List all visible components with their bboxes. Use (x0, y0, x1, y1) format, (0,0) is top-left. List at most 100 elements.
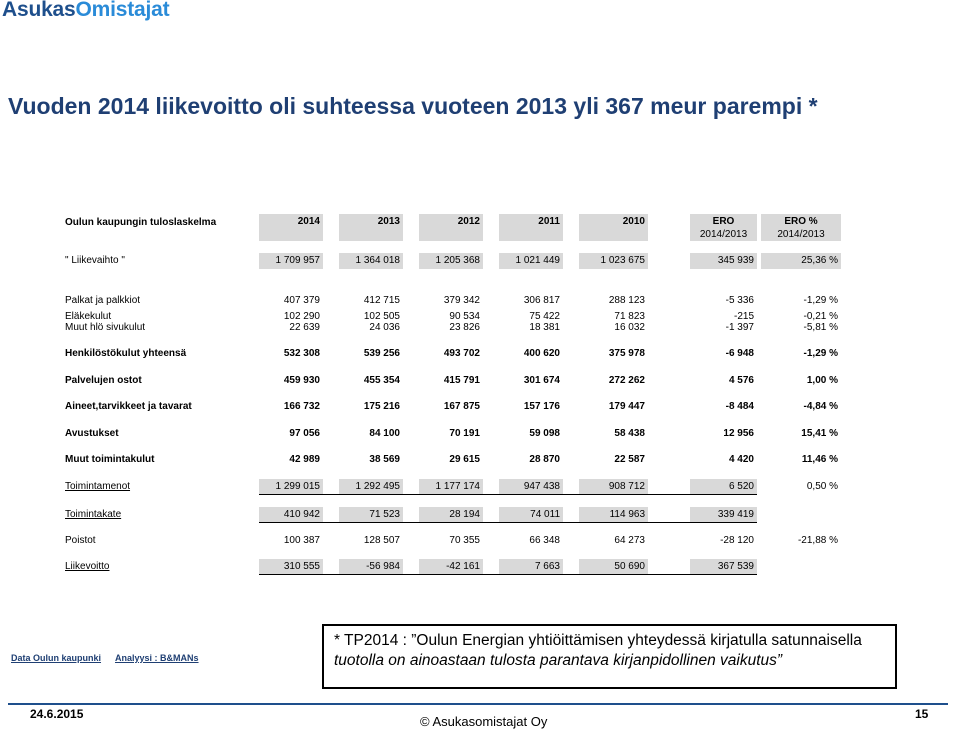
column-header-label: ERO (712, 216, 735, 227)
table-cell: 29 615 (449, 454, 480, 465)
data-source: Data Oulun kaupunki (11, 653, 102, 663)
row-label: Toimintakate (65, 509, 122, 520)
table-cell: 301 674 (523, 375, 560, 386)
column-header: 2010 (579, 214, 648, 241)
table-cell: 12 956 (723, 428, 754, 439)
income-statement-table: Oulun kaupungin tuloslaskelma 2014 2013 20… (0, 0, 960, 731)
table-cell: 70 191 (449, 428, 480, 439)
row-underline (259, 494, 757, 495)
footer-divider (8, 703, 948, 705)
table-row: Henkilöstökulut yhteensä 532 308 539 256 49… (0, 346, 960, 362)
table-cell: 310 555 (259, 559, 323, 575)
column-header-label: 2011 (538, 216, 560, 227)
table-cell: -28 120 (720, 535, 754, 546)
table-cell: 66 348 (529, 535, 560, 546)
table-cell: 128 507 (363, 535, 400, 546)
footnote-line-1: * TP2014 : ”Oulun Energian yhtiöittämise… (334, 632, 862, 649)
table-cell: 22 639 (289, 322, 320, 333)
table-cell: -4,84 % (803, 401, 838, 412)
footer-date: 24.6.2015 (30, 707, 84, 721)
footnote-box: * TP2014 : ”Oulun Energian yhtiöittämise… (322, 624, 897, 689)
row-underline (259, 574, 757, 575)
row-label: Palkat ja palkkiot (65, 295, 141, 306)
table-cell: 24 036 (369, 322, 400, 333)
table-cell: 22 587 (614, 454, 645, 465)
table-cell: -1 397 (725, 322, 754, 333)
column-header-sub: 2014/2013 (777, 229, 825, 240)
table-cell: 1 023 675 (579, 253, 648, 269)
table-row: Palkat ja palkkiot 407 379 412 715 379 342 3… (0, 293, 960, 309)
column-header: 2012 (419, 214, 483, 241)
table-cell: 28 194 (419, 507, 483, 523)
table-cell: 1,00 % (806, 375, 838, 386)
table-cell: 179 447 (608, 401, 645, 412)
table-cell: 1 205 368 (419, 253, 483, 269)
table-cell: 166 732 (283, 401, 320, 412)
table-cell: 1 177 174 (419, 479, 483, 495)
table-cell: -56 984 (339, 559, 403, 575)
table-cell: 410 942 (259, 507, 323, 523)
table-row: Toimintamenot 1 299 015 1 292 495 1 177 174… (0, 479, 960, 495)
table-cell: 455 354 (363, 375, 400, 386)
table-cell: 7 663 (499, 559, 563, 575)
table-cell: 532 308 (283, 348, 320, 359)
table-row: Palvelujen ostot 459 930 455 354 415 791 301… (0, 373, 960, 389)
column-header-label: 2014 (297, 216, 320, 227)
row-label: Henkilöstökulut yhteensä (65, 348, 187, 359)
table-cell: -8 484 (725, 401, 754, 412)
table-cell: 84 100 (369, 428, 400, 439)
table-cell: 74 011 (499, 507, 563, 523)
footnote-line-2: tuotolla on ainoastaan tulosta parantava… (334, 652, 783, 669)
table-cell: 15,41 % (801, 428, 838, 439)
footer-copyright: © Asukasomistajat Oy (420, 714, 548, 729)
column-header: 2011 (499, 214, 563, 241)
column-header: ERO % 2014/2013 (761, 214, 841, 241)
table-cell: 25,36 % (761, 253, 841, 269)
column-header: 2013 (339, 214, 403, 241)
table-row: Muut hlö sivukulut 22 639 24 036 23 826 18 3… (0, 320, 960, 336)
table-row: Poistot 100 387 128 507 70 355 66 348 64 273 -… (0, 533, 960, 549)
row-label: Muut hlö sivukulut (65, 322, 146, 333)
table-cell: -42 161 (419, 559, 483, 575)
analysis-credit: Analyysi : B&MANs (115, 653, 199, 663)
row-label: Avustukset (65, 428, 119, 439)
table-cell: 157 176 (523, 401, 560, 412)
column-header-label: 2012 (457, 216, 480, 227)
table-cell: 415 791 (443, 375, 480, 386)
row-label: Poistot (65, 535, 96, 546)
table-cell: 4 420 (728, 454, 754, 465)
table-cell: 0,50 % (806, 481, 838, 492)
table-row: Toimintakate 410 942 71 523 28 194 74 011 114… (0, 507, 960, 523)
table-cell: 459 930 (283, 375, 320, 386)
table-cell: 64 273 (614, 535, 645, 546)
table-cell: 367 539 (690, 559, 757, 575)
table-cell: 175 216 (363, 401, 400, 412)
table-cell: 16 032 (614, 322, 645, 333)
table-cell: 1 709 957 (259, 253, 323, 269)
table-cell: 23 826 (449, 322, 480, 333)
column-header-label: ERO % (784, 216, 818, 227)
table-cell: 18 381 (529, 322, 560, 333)
table-cell: 38 569 (369, 454, 400, 465)
table-cell: 493 702 (443, 348, 480, 359)
column-header-sub: 2014/2013 (699, 229, 748, 240)
table-cell: 50 690 (579, 559, 648, 575)
table-row: Avustukset 97 056 84 100 70 191 59 098 58 438… (0, 426, 960, 442)
row-label: Aineet,tarvikkeet ja tavarat (65, 401, 192, 412)
table-cell: 908 712 (579, 479, 648, 495)
table-cell: -21,88 % (797, 535, 838, 546)
table-row: " Liikevaihto " 1 709 957 1 364 018 1 205 3… (0, 253, 960, 269)
table-cell: -1,29 % (803, 348, 838, 359)
column-header-label: 2013 (377, 216, 400, 227)
table-cell: 114 963 (579, 507, 648, 523)
table-cell: 345 939 (690, 253, 757, 269)
table-heading: Oulun kaupungin tuloslaskelma (65, 217, 217, 228)
table-cell: 6 520 (690, 479, 757, 495)
table-cell: 272 262 (608, 375, 645, 386)
table-cell: 412 715 (363, 295, 400, 306)
table-cell: 70 355 (449, 535, 480, 546)
table-cell: 375 978 (608, 348, 645, 359)
table-cell: 1 364 018 (339, 253, 403, 269)
table-cell: 400 620 (523, 348, 560, 359)
page-number: 15 (915, 707, 929, 721)
